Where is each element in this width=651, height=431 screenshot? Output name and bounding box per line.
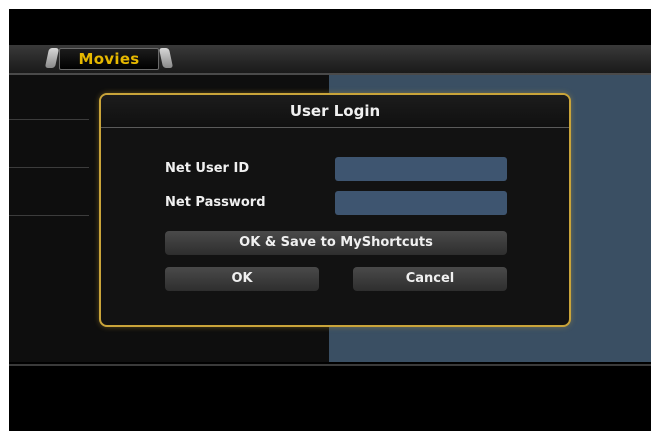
top-menu-bar: Movies [9, 45, 651, 75]
ok-button[interactable]: OK [165, 267, 319, 291]
cancel-button[interactable]: Cancel [353, 267, 507, 291]
user-id-input[interactable] [335, 157, 507, 181]
ok-save-shortcuts-button[interactable]: OK & Save to MyShortcuts [165, 231, 507, 255]
menu-divider [9, 119, 89, 120]
password-input[interactable] [335, 191, 507, 215]
tab-movies[interactable]: Movies [59, 48, 159, 70]
tab-left-cap [44, 48, 60, 68]
tv-screen: Movies User Login Net User ID Net Passwo… [9, 9, 651, 431]
menu-divider [9, 215, 89, 216]
menu-divider [9, 167, 89, 168]
user-id-label: Net User ID [165, 161, 250, 176]
dialog-title: User Login [101, 95, 569, 128]
tab-right-cap [158, 48, 174, 68]
password-label: Net Password [165, 195, 266, 210]
bottom-separator [9, 364, 651, 366]
user-login-dialog: User Login Net User ID Net Password OK &… [99, 93, 571, 327]
